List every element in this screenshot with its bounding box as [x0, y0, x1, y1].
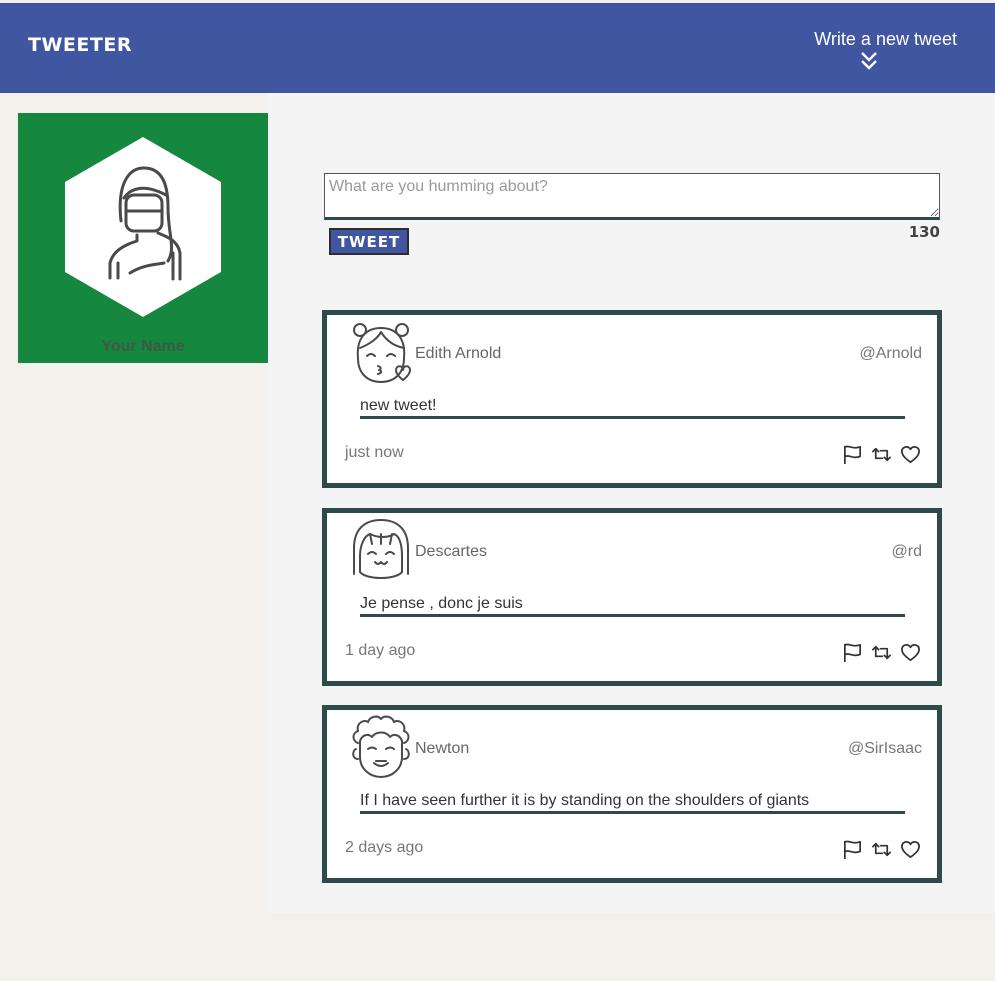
profile-name: Your Name	[101, 338, 185, 355]
heart-icon[interactable]	[900, 444, 921, 465]
flag-icon[interactable]	[842, 642, 863, 663]
flag-icon[interactable]	[842, 444, 863, 465]
write-tweet-label[interactable]: Write a new tweet	[797, 29, 957, 50]
flag-icon[interactable]	[842, 839, 863, 860]
tweet-actions	[842, 642, 921, 663]
tweet-text: new tweet!	[360, 397, 905, 419]
tweet-header: Descartes @rd	[350, 516, 922, 586]
tweet-author-name[interactable]: Newton	[415, 740, 469, 758]
tweet-author-handle[interactable]: @SirIsaac	[848, 740, 922, 758]
heart-icon[interactable]	[900, 839, 921, 860]
tweet-card: Edith Arnold @Arnold new tweet! just now	[322, 310, 942, 488]
double-chevron-down-icon[interactable]	[860, 51, 878, 71]
tweet-card: Newton @SirIsaac If I have seen further …	[322, 705, 942, 883]
profile-avatar-hexagon	[65, 137, 221, 317]
tweet-text: If I have seen further it is by standing…	[360, 792, 905, 814]
tweet-timestamp: 1 day ago	[345, 642, 416, 659]
tweet-actions	[842, 444, 921, 465]
tweet-submit-button[interactable]: TWEET	[329, 228, 409, 255]
character-counter: 130	[908, 223, 940, 241]
girl-kiss-avatar-icon	[353, 323, 411, 383]
girl-bob-avatar-icon	[353, 519, 409, 579]
tweet-header: Edith Arnold @Arnold	[350, 318, 922, 388]
brand-logo[interactable]: TWEETER	[28, 34, 132, 56]
heart-icon[interactable]	[900, 642, 921, 663]
tweet-footer: just now	[345, 444, 921, 472]
tweet-author-handle[interactable]: @Arnold	[860, 345, 923, 363]
profile-card: Your Name	[18, 113, 268, 363]
tweet-actions	[842, 839, 921, 860]
tweet-timestamp: 2 days ago	[345, 839, 424, 856]
write-tweet-toggle[interactable]: Write a new tweet	[797, 29, 957, 71]
curly-hair-avatar-icon	[352, 715, 410, 778]
tweet-textarea[interactable]	[324, 173, 940, 220]
tweet-author-handle[interactable]: @rd	[892, 543, 922, 561]
navbar: TWEETER Write a new tweet	[0, 3, 995, 93]
tweet-author-name[interactable]: Descartes	[415, 543, 487, 561]
tweet-header: Newton @SirIsaac	[350, 713, 922, 783]
tweet-timestamp: just now	[345, 444, 404, 461]
retweet-icon[interactable]	[871, 444, 892, 465]
tweet-footer: 2 days ago	[345, 839, 921, 867]
tweet-text: Je pense , donc je suis	[360, 595, 905, 617]
retweet-icon[interactable]	[871, 642, 892, 663]
tweet-card: Descartes @rd Je pense , donc je suis 1 …	[322, 508, 942, 686]
tweet-footer: 1 day ago	[345, 642, 921, 670]
retweet-icon[interactable]	[871, 839, 892, 860]
tweet-author-name[interactable]: Edith Arnold	[415, 345, 501, 363]
main-panel: TWEET 130 Edith Arnold @Arnold new tweet	[268, 93, 995, 913]
new-tweet-form: TWEET 130	[324, 173, 940, 255]
